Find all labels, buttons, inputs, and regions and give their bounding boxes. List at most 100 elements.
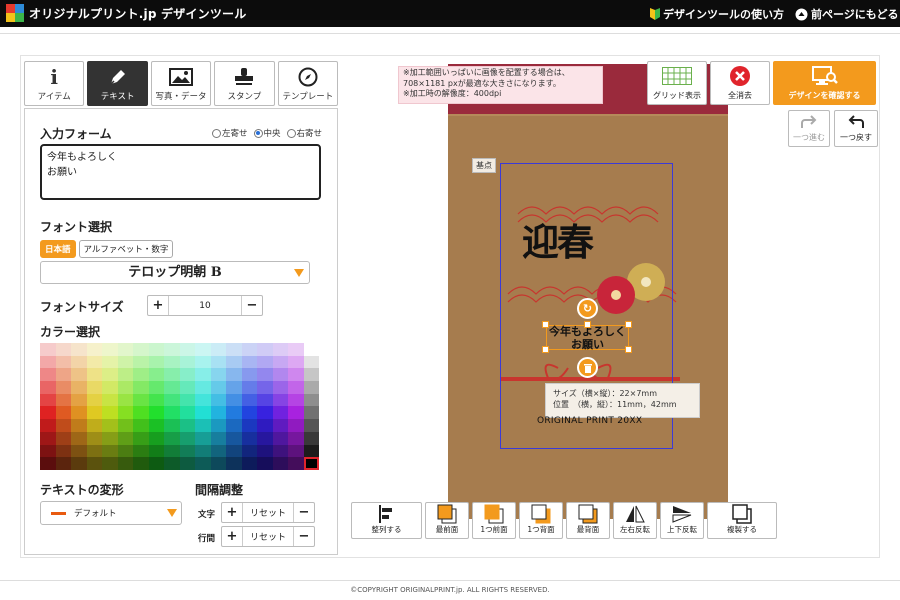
greeting-title[interactable]: 迎春 xyxy=(522,212,594,266)
color-swatch[interactable] xyxy=(102,355,118,369)
align-right-option[interactable]: 右寄せ xyxy=(286,127,322,139)
color-swatch[interactable] xyxy=(195,444,211,458)
color-swatch[interactable] xyxy=(55,419,71,432)
color-swatch[interactable] xyxy=(133,368,149,382)
font-dropdown[interactable]: テロップ明朝 B xyxy=(40,261,310,284)
resize-handle-bottom-left[interactable] xyxy=(542,346,549,353)
color-swatch[interactable] xyxy=(179,355,195,369)
color-swatch[interactable] xyxy=(179,381,195,394)
color-swatch[interactable] xyxy=(195,419,211,432)
color-swatch[interactable] xyxy=(117,381,133,394)
color-swatch[interactable] xyxy=(303,355,319,369)
color-swatch[interactable] xyxy=(272,444,288,458)
color-swatch[interactable] xyxy=(86,431,102,445)
color-swatch[interactable] xyxy=(86,343,102,356)
color-swatch[interactable] xyxy=(272,431,288,445)
color-swatch[interactable] xyxy=(226,406,242,420)
resize-handle-top-right[interactable] xyxy=(625,321,632,328)
color-swatch[interactable] xyxy=(55,343,71,356)
color-swatch[interactable] xyxy=(55,406,71,420)
color-swatch[interactable] xyxy=(210,431,226,445)
color-swatch[interactable] xyxy=(71,406,87,420)
color-swatch[interactable] xyxy=(303,457,319,470)
color-swatch[interactable] xyxy=(71,343,87,356)
color-swatch[interactable] xyxy=(303,406,319,420)
color-swatch[interactable] xyxy=(40,381,56,394)
color-swatch[interactable] xyxy=(257,393,273,407)
color-swatch[interactable] xyxy=(179,457,195,470)
color-swatch[interactable] xyxy=(257,355,273,369)
tool-stamp[interactable]: スタンプ xyxy=(214,61,275,106)
color-swatch[interactable] xyxy=(210,355,226,369)
char-spacing-minus-icon[interactable]: − xyxy=(294,503,314,522)
color-swatch[interactable] xyxy=(71,368,87,382)
color-swatch[interactable] xyxy=(288,381,304,394)
font-dropdown-arrow-icon[interactable] xyxy=(294,269,304,277)
font-tab-alphanumeric[interactable]: アルファベット・数字 xyxy=(78,240,174,258)
color-swatch[interactable] xyxy=(164,368,180,382)
color-swatch[interactable] xyxy=(288,444,304,458)
color-swatch[interactable] xyxy=(288,368,304,382)
undo-button[interactable]: 一つ戻す xyxy=(834,110,878,147)
color-swatch[interactable] xyxy=(303,381,319,394)
color-swatch[interactable] xyxy=(303,368,319,382)
color-swatch[interactable] xyxy=(55,444,71,458)
color-swatch[interactable] xyxy=(272,419,288,432)
color-swatch[interactable] xyxy=(164,343,180,356)
color-swatch[interactable] xyxy=(257,444,273,458)
color-swatch[interactable] xyxy=(241,406,257,420)
help-link[interactable]: デザインツールの使い方 xyxy=(650,6,784,22)
color-swatch[interactable] xyxy=(241,431,257,445)
flip-vertical-button[interactable]: 上下反転 xyxy=(660,502,704,539)
color-swatch[interactable] xyxy=(272,457,288,470)
char-spacing-reset[interactable]: リセット xyxy=(242,503,294,522)
color-swatch[interactable] xyxy=(288,355,304,369)
color-swatch[interactable] xyxy=(86,381,102,394)
color-swatch[interactable] xyxy=(133,431,149,445)
color-swatch[interactable] xyxy=(102,393,118,407)
align-right-radio[interactable] xyxy=(286,128,296,138)
color-swatch[interactable] xyxy=(117,419,133,432)
color-swatch[interactable] xyxy=(210,457,226,470)
color-swatch[interactable] xyxy=(195,368,211,382)
color-swatch[interactable] xyxy=(226,457,242,470)
color-swatch[interactable] xyxy=(40,343,56,356)
color-swatch[interactable] xyxy=(86,444,102,458)
color-swatch[interactable] xyxy=(210,343,226,356)
color-swatch[interactable] xyxy=(117,406,133,420)
color-swatch[interactable] xyxy=(179,343,195,356)
color-swatch[interactable] xyxy=(40,431,56,445)
color-swatch[interactable] xyxy=(257,419,273,432)
resize-handle-bottom-right[interactable] xyxy=(625,346,632,353)
color-swatch[interactable] xyxy=(148,393,164,407)
color-swatch[interactable] xyxy=(210,419,226,432)
color-swatch[interactable] xyxy=(272,393,288,407)
color-swatch[interactable] xyxy=(55,355,71,369)
color-swatch[interactable] xyxy=(164,419,180,432)
color-swatch[interactable] xyxy=(179,406,195,420)
color-swatch[interactable] xyxy=(272,381,288,394)
selected-text-element[interactable]: 今年もよろしく お願い xyxy=(546,325,629,351)
color-swatch[interactable] xyxy=(210,381,226,394)
color-swatch[interactable] xyxy=(303,431,319,445)
color-swatch[interactable] xyxy=(71,444,87,458)
color-swatch[interactable] xyxy=(117,393,133,407)
color-swatch[interactable] xyxy=(117,368,133,382)
color-swatch[interactable] xyxy=(148,381,164,394)
color-swatch[interactable] xyxy=(117,431,133,445)
color-swatch[interactable] xyxy=(102,381,118,394)
color-swatch[interactable] xyxy=(241,381,257,394)
color-swatch[interactable] xyxy=(133,393,149,407)
color-swatch[interactable] xyxy=(148,444,164,458)
color-swatch[interactable] xyxy=(40,393,56,407)
color-swatch[interactable] xyxy=(210,368,226,382)
color-swatch[interactable] xyxy=(71,431,87,445)
clear-all-button[interactable]: 全消去 xyxy=(710,61,770,105)
trash-icon[interactable] xyxy=(577,357,598,378)
color-swatch[interactable] xyxy=(148,431,164,445)
tool-template[interactable]: テンプレート xyxy=(277,61,339,106)
color-swatch[interactable] xyxy=(40,368,56,382)
grid-button[interactable]: グリッド表示 xyxy=(647,61,707,105)
confirm-design-button[interactable]: デザインを確認する xyxy=(773,61,876,105)
bring-to-front-button[interactable]: 最前面 xyxy=(425,502,469,539)
